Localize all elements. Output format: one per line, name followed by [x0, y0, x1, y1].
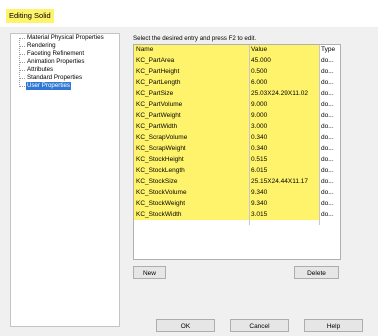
property-value-cell[interactable]: 6.000 — [249, 77, 319, 88]
property-name-cell[interactable]: KC_PartWeight — [134, 110, 249, 121]
table-row[interactable]: KC_PartLength 6.000 do... — [134, 77, 340, 88]
property-value-cell[interactable]: 0.515 — [249, 154, 319, 165]
tree-connector — [19, 70, 25, 71]
property-name-cell[interactable]: KC_StockWeight — [134, 198, 249, 209]
property-name-cell[interactable]: KC_ScrapWeight — [134, 143, 249, 154]
tree-connector — [19, 38, 25, 39]
property-value-cell[interactable]: 25.15X24.44X11.17 — [249, 176, 319, 187]
table-header: Name Value Type — [134, 45, 340, 55]
tree-item-rendering[interactable]: Rendering — [26, 42, 57, 50]
property-value-cell[interactable]: 25.03X24.29X11.02 — [249, 88, 319, 99]
property-type-cell[interactable]: do... — [319, 77, 340, 88]
property-type-cell[interactable]: do... — [319, 110, 340, 121]
property-name-cell[interactable]: KC_PartSize — [134, 88, 249, 99]
property-value-cell[interactable]: 0.340 — [249, 132, 319, 143]
table-row[interactable]: KC_ScrapWeight 0.340 do... — [134, 143, 340, 154]
table-row[interactable]: KC_PartVolume 9.000 do... — [134, 99, 340, 110]
table-row[interactable]: KC_StockVolume 9.340 do... — [134, 187, 340, 198]
property-type-cell[interactable]: do... — [319, 187, 340, 198]
tree-connector — [19, 86, 25, 87]
cancel-button[interactable]: Cancel — [230, 319, 289, 332]
editing-solid-dialog: Editing Solid Material Physical Properti… — [0, 0, 378, 336]
property-type-cell[interactable]: do... — [319, 55, 340, 66]
table-row[interactable]: KC_PartWidth 3.000 do... — [134, 121, 340, 132]
tree-connector — [19, 54, 25, 55]
property-type-cell[interactable]: do... — [319, 121, 340, 132]
property-type-cell[interactable]: do... — [319, 198, 340, 209]
table-row[interactable]: KC_PartWeight 9.000 do... — [134, 110, 340, 121]
property-type-cell[interactable]: do... — [319, 176, 340, 187]
column-header-name[interactable]: Name — [134, 45, 249, 55]
ok-button[interactable]: OK — [156, 319, 215, 332]
table-row[interactable]: KC_StockHeight 0.515 do... — [134, 154, 340, 165]
tree-connector — [19, 46, 25, 47]
property-name-cell[interactable]: KC_ScrapVolume — [134, 132, 249, 143]
property-type-cell[interactable]: do... — [319, 154, 340, 165]
property-category-tree[interactable]: Material Physical Properties Rendering F… — [10, 33, 120, 327]
property-name-cell[interactable]: KC_PartHeight — [134, 66, 249, 77]
column-header-value[interactable]: Value — [249, 45, 319, 55]
column-divider — [249, 45, 250, 225]
property-type-cell[interactable]: do... — [319, 99, 340, 110]
property-name-cell[interactable]: KC_PartVolume — [134, 99, 249, 110]
column-divider — [319, 45, 320, 225]
title-bar: Editing Solid — [0, 0, 378, 27]
property-type-cell[interactable]: do... — [319, 143, 340, 154]
column-header-type[interactable]: Type — [319, 45, 340, 55]
help-button[interactable]: Help — [304, 319, 363, 332]
property-value-cell[interactable]: 45.000 — [249, 55, 319, 66]
tree-item-standard-properties[interactable]: Standard Properties — [26, 74, 83, 82]
dialog-title: Editing Solid — [6, 9, 54, 23]
property-type-cell[interactable]: do... — [319, 209, 340, 220]
property-value-cell[interactable]: 6.015 — [249, 165, 319, 176]
property-value-cell[interactable]: 3.015 — [249, 209, 319, 220]
property-name-cell[interactable]: KC_StockHeight — [134, 154, 249, 165]
table-row[interactable]: KC_PartArea 45.000 do... — [134, 55, 340, 66]
table-row[interactable]: KC_StockSize 25.15X24.44X11.17 do... — [134, 176, 340, 187]
table-row[interactable]: KC_StockLength 6.015 do... — [134, 165, 340, 176]
property-name-cell[interactable]: KC_PartWidth — [134, 121, 249, 132]
property-value-cell[interactable]: 9.340 — [249, 187, 319, 198]
table-row[interactable]: KC_StockWidth 3.015 do... — [134, 209, 340, 220]
table-row[interactable]: KC_ScrapVolume 0.340 do... — [134, 132, 340, 143]
tree-item-faceting-refinement[interactable]: Faceting Refinement — [26, 50, 85, 58]
property-value-cell[interactable]: 0.500 — [249, 66, 319, 77]
property-name-cell[interactable]: KC_StockSize — [134, 176, 249, 187]
tree-item-material-physical-properties[interactable]: Material Physical Properties — [26, 34, 105, 42]
table-row[interactable]: KC_StockWeight 9.340 do... — [134, 198, 340, 209]
property-value-cell[interactable]: 3.000 — [249, 121, 319, 132]
property-type-cell[interactable]: do... — [319, 66, 340, 77]
property-name-cell[interactable]: KC_PartLength — [134, 77, 249, 88]
property-name-cell[interactable]: KC_StockLength — [134, 165, 249, 176]
instruction-text: Select the desired entry and press F2 to… — [133, 35, 257, 42]
new-button[interactable]: New — [133, 266, 166, 279]
tree-item-attributes[interactable]: Attributes — [26, 66, 54, 74]
table-row[interactable]: KC_PartHeight 0.500 do... — [134, 66, 340, 77]
property-name-cell[interactable]: KC_StockWidth — [134, 209, 249, 220]
tree-connector — [19, 78, 25, 79]
property-value-cell[interactable]: 9.000 — [249, 99, 319, 110]
property-name-cell[interactable]: KC_StockVolume — [134, 187, 249, 198]
property-value-cell[interactable]: 0.340 — [249, 143, 319, 154]
property-type-cell[interactable]: do... — [319, 132, 340, 143]
property-type-cell[interactable]: do... — [319, 88, 340, 99]
property-value-cell[interactable]: 9.340 — [249, 198, 319, 209]
user-properties-table[interactable]: Name Value Type KC_PartArea 45.000 do... KC… — [133, 44, 341, 260]
tree-item-animation-properties[interactable]: Animation Properties — [26, 58, 85, 66]
tree-connector — [19, 62, 25, 63]
delete-button[interactable]: Delete — [294, 266, 339, 279]
property-name-cell[interactable]: KC_PartArea — [134, 55, 249, 66]
table-row[interactable]: KC_PartSize 25.03X24.29X11.02 do... — [134, 88, 340, 99]
property-type-cell[interactable]: do... — [319, 165, 340, 176]
property-value-cell[interactable]: 9.000 — [249, 110, 319, 121]
tree-item-user-properties[interactable]: User Properties — [26, 82, 71, 90]
